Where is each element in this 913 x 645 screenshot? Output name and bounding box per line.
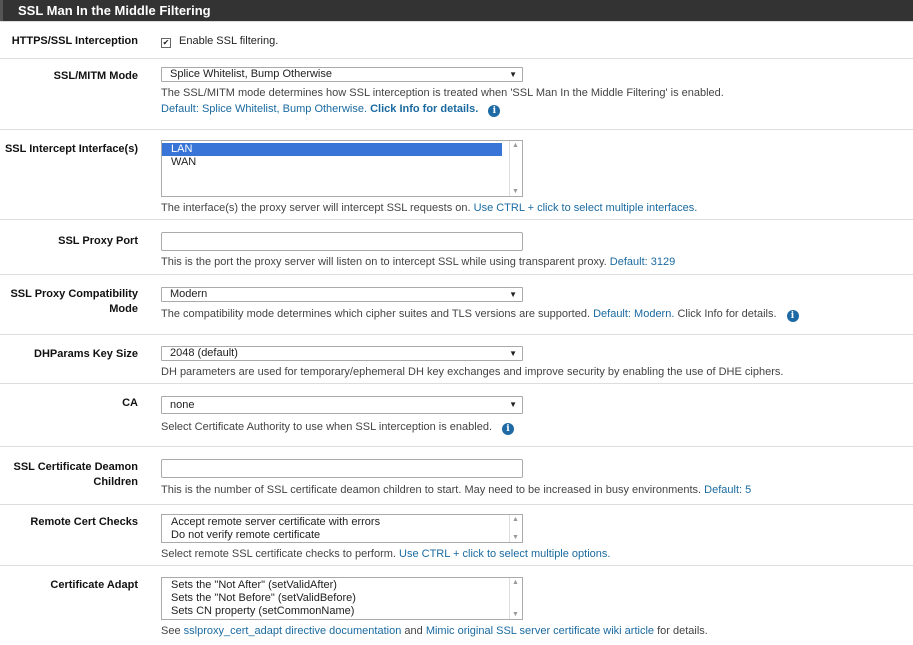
remote-cert-label: Remote Cert Checks <box>30 516 138 528</box>
children-help-text: This is the number of SSL certificate de… <box>161 484 702 496</box>
children-label-line2: Children <box>93 476 138 488</box>
remote-cert-help-text: Select remote SSL certificate checks to … <box>161 548 396 560</box>
row-certificate-adapt: Certificate Adapt Sets the "Not After" (… <box>0 565 913 645</box>
info-icon[interactable]: i <box>786 310 799 322</box>
ca-select[interactable]: none ▼ <box>161 396 523 414</box>
mitm-mode-default: Default: Splice Whitelist, Bump Otherwis… <box>161 102 501 117</box>
scroll-down-icon[interactable]: ▼ <box>512 188 519 195</box>
children-help: This is the number of SSL certificate de… <box>161 483 751 497</box>
compat-mode-help: The compatibility mode determines which … <box>161 307 799 322</box>
children-label-line1: SSL Certificate Deamon <box>13 461 138 473</box>
cert-adapt-listbox[interactable]: Sets the "Not After" (setValidAfter) Set… <box>161 577 523 620</box>
dhparams-help: DH parameters are used for temporary/eph… <box>161 366 784 378</box>
row-compat-mode: SSL Proxy Compatibility Mode Modern ▼ Th… <box>0 274 913 334</box>
compat-mode-select[interactable]: Modern ▼ <box>161 287 523 302</box>
mitm-mode-default-text: Default: Splice Whitelist, Bump Otherwis… <box>161 103 368 115</box>
info-icon[interactable]: i <box>502 423 515 435</box>
interface-option-wan[interactable]: WAN <box>162 156 522 169</box>
compat-info-text: Click Info for details. <box>677 308 777 320</box>
cert-adapt-option[interactable]: Sets CN property (setCommonName) <box>162 605 522 618</box>
proxy-port-help: This is the port the proxy server will l… <box>161 255 675 269</box>
interfaces-help-text: The interface(s) the proxy server will i… <box>161 202 471 214</box>
cert-adapt-option[interactable]: Sets the "Not After" (setValidAfter) <box>162 579 522 592</box>
row-dhparams: DHParams Key Size 2048 (default) ▼ DH pa… <box>0 334 913 383</box>
chevron-down-icon: ▼ <box>509 70 517 79</box>
dhparams-label: DHParams Key Size <box>34 348 138 360</box>
mitm-mode-value: Splice Whitelist, Bump Otherwise <box>170 68 332 80</box>
cert-adapt-option[interactable]: Sets the "Not Before" (setValidBefore) <box>162 592 522 605</box>
chevron-down-icon: ▼ <box>509 290 517 299</box>
cert-adapt-wiki-link[interactable]: Mimic original SSL server certificate wi… <box>426 625 654 637</box>
ca-value: none <box>170 399 195 411</box>
panel-title: SSL Man In the Middle Filtering <box>0 0 913 21</box>
proxy-port-label: SSL Proxy Port <box>58 235 138 247</box>
proxy-port-default: Default: 3129 <box>609 256 676 268</box>
enable-ssl-filtering-label[interactable]: Enable SSL filtering. <box>179 35 278 47</box>
mitm-mode-label: SSL/MITM Mode <box>53 70 138 82</box>
cert-adapt-help-suffix: for details. <box>657 625 708 637</box>
row-ca: CA none ▼ Select Certificate Authority t… <box>0 383 913 446</box>
cert-adapt-help: See sslproxy_cert_adapt directive docume… <box>161 624 708 638</box>
row-cert-daemon-children: SSL Certificate Deamon Children This is … <box>0 446 913 504</box>
dhparams-select[interactable]: 2048 (default) ▼ <box>161 346 523 361</box>
mitm-mode-select[interactable]: Splice Whitelist, Bump Otherwise ▼ <box>161 67 523 82</box>
interfaces-help-link: Use CTRL + click to select multiple inte… <box>473 202 698 214</box>
proxy-port-input[interactable] <box>161 232 523 251</box>
remote-cert-help: Select remote SSL certificate checks to … <box>161 547 610 561</box>
scroll-up-icon[interactable]: ▲ <box>512 579 519 586</box>
mitm-mode-info-text: Click Info for details. <box>370 103 479 115</box>
row-remote-cert-checks: Remote Cert Checks Accept remote server … <box>0 504 913 565</box>
listbox-scrollbar[interactable]: ▲ ▼ <box>509 515 522 542</box>
mitm-mode-help: The SSL/MITM mode determines how SSL int… <box>161 87 724 99</box>
listbox-scrollbar[interactable]: ▲ ▼ <box>509 578 522 619</box>
children-default: Default: 5 <box>704 484 752 496</box>
compat-mode-label: SSL Proxy Compatibility Mode <box>0 287 138 317</box>
ssl-mitm-panel: SSL Man In the Middle Filtering HTTPS/SS… <box>0 0 913 645</box>
cert-adapt-label: Certificate Adapt <box>50 579 138 591</box>
remote-cert-listbox[interactable]: Accept remote server certificate with er… <box>161 514 523 543</box>
interception-label: HTTPS/SSL Interception <box>11 35 138 47</box>
info-icon[interactable]: i <box>488 105 501 117</box>
compat-default: Default: Modern. <box>593 308 675 320</box>
children-label: SSL Certificate Deamon Children <box>0 460 138 490</box>
cert-adapt-doc-link[interactable]: sslproxy_cert_adapt directive documentat… <box>184 625 402 637</box>
ca-help-text: Select Certificate Authority to use when… <box>161 421 493 433</box>
compat-label-line1: SSL Proxy Compatibility <box>10 288 138 300</box>
compat-mode-value: Modern <box>170 288 208 300</box>
cert-adapt-help-prefix: See <box>161 625 181 637</box>
interfaces-help: The interface(s) the proxy server will i… <box>161 201 697 215</box>
interception-control: ✔ Enable SSL filtering. <box>161 35 278 48</box>
chevron-down-icon: ▼ <box>509 400 517 409</box>
children-input[interactable] <box>161 459 523 478</box>
row-https-interception: HTTPS/SSL Interception ✔ Enable SSL filte… <box>0 21 913 58</box>
remote-cert-help-link: Use CTRL + click to select multiple opti… <box>399 548 611 560</box>
listbox-scrollbar[interactable]: ▲ ▼ <box>509 141 522 196</box>
chevron-down-icon: ▼ <box>509 349 517 358</box>
dhparams-value: 2048 (default) <box>170 347 238 359</box>
scroll-up-icon[interactable]: ▲ <box>512 142 519 149</box>
compat-label-line2: Mode <box>109 303 138 315</box>
row-ssl-mitm-mode: SSL/MITM Mode Splice Whitelist, Bump Oth… <box>0 58 913 129</box>
ca-label: CA <box>122 397 138 409</box>
cert-adapt-help-mid: and <box>404 625 423 637</box>
remote-cert-option[interactable]: Do not verify remote certificate <box>162 529 522 542</box>
scroll-down-icon[interactable]: ▼ <box>512 534 519 541</box>
remote-cert-option[interactable]: Accept remote server certificate with er… <box>162 516 522 529</box>
scroll-down-icon[interactable]: ▼ <box>512 611 519 618</box>
interface-option-lan[interactable]: LAN <box>162 143 502 156</box>
proxy-port-help-text: This is the port the proxy server will l… <box>161 256 607 268</box>
ca-help: Select Certificate Authority to use when… <box>161 420 515 435</box>
row-ssl-proxy-port: SSL Proxy Port This is the port the prox… <box>0 219 913 274</box>
interfaces-label: SSL Intercept Interface(s) <box>4 143 138 155</box>
interfaces-listbox[interactable]: LAN WAN ▲ ▼ <box>161 140 523 197</box>
enable-ssl-filtering-checkbox[interactable]: ✔ <box>161 38 171 48</box>
row-intercept-interfaces: SSL Intercept Interface(s) LAN WAN ▲ ▼ T… <box>0 129 913 219</box>
scroll-up-icon[interactable]: ▲ <box>512 516 519 523</box>
compat-help-text: The compatibility mode determines which … <box>161 308 591 320</box>
